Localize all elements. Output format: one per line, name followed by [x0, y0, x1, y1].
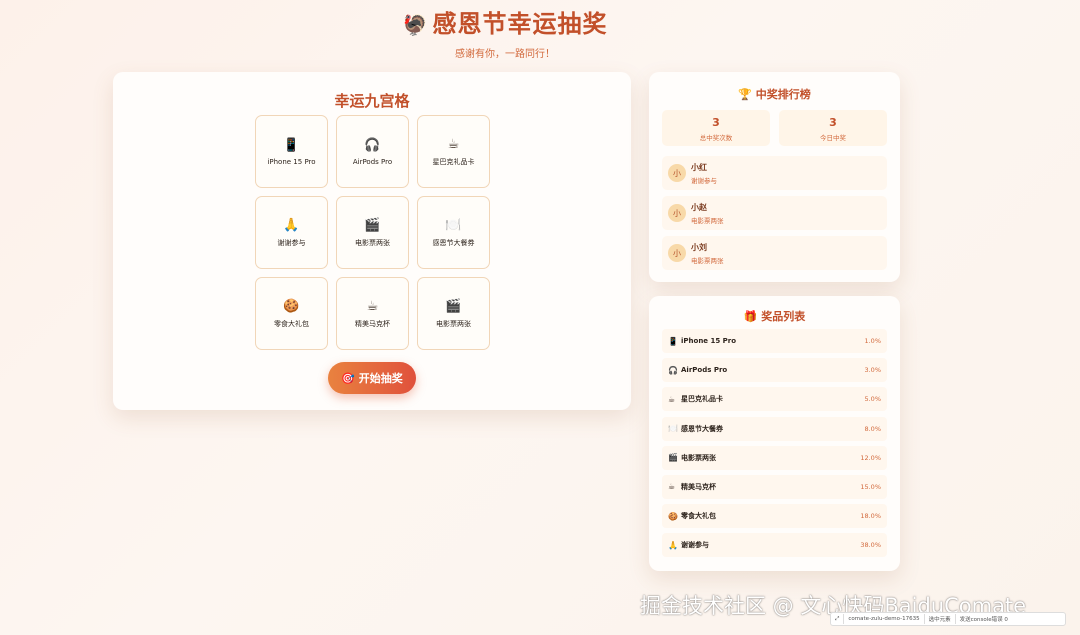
- cell-label: iPhone 15 Pro: [267, 158, 316, 166]
- prize-item: 📱 iPhone 15 Pro 1.0%: [662, 329, 887, 353]
- prize-probability: 8.0%: [864, 424, 881, 433]
- mug-icon: ☕: [366, 299, 379, 314]
- prize-name: 电影票两张: [681, 453, 716, 462]
- avatar: 小: [668, 244, 686, 262]
- console-errors-button[interactable]: 发送console错误 0: [956, 615, 1012, 623]
- winner-prize: 谢谢参与: [691, 176, 717, 185]
- winner-prize: 电影票两张: [691, 216, 724, 225]
- prize-name: AirPods Pro: [681, 366, 728, 375]
- lottery-grid: 📱 iPhone 15 Pro 🎧 AirPods Pro ☕ 星巴克礼品卡 🙏 谢谢参…: [255, 115, 490, 350]
- prize-item: ☕ 精美马克杯 15.0%: [662, 474, 887, 499]
- winner-item: 小 小刘电影票两张: [662, 236, 887, 270]
- page-subtitle: 感谢有你，一路同行！: [455, 49, 555, 60]
- prize-item: 🎧 AirPods Pro 3.0%: [662, 358, 887, 383]
- prize-probability: 18.0%: [860, 512, 881, 521]
- stat-total-wins: 3 总中奖次数: [662, 110, 770, 146]
- stat-label: 总中奖次数: [699, 134, 733, 142]
- phone-icon: 📱: [283, 138, 300, 153]
- winner-list: 小 小红 谢谢参与 小 小赵 电影票两张 小 小刘 电影票两张: [662, 156, 887, 276]
- prize-name: 零食大礼包: [681, 512, 716, 521]
- coffee-icon: ☕: [447, 137, 460, 152]
- avatar: 小: [668, 204, 686, 222]
- prize-name: iPhone 15 Pro: [681, 337, 737, 345]
- winner-item: 小 小赵电影票两张: [662, 196, 887, 230]
- start-lottery-button[interactable]: 🎯 开始抽奖: [328, 362, 416, 394]
- prize-list-card: 🎁 奖品列表 📱 iPhone 15 Pro 1.0% 🎧 AirPods Pro 3.…: [649, 296, 900, 571]
- resize-icon[interactable]: ⤢: [831, 616, 843, 623]
- clapper-icon: 🎬: [445, 299, 462, 314]
- prize-probability: 15.0%: [860, 482, 881, 491]
- prize-probability: 1.0%: [864, 337, 881, 345]
- lottery-cell[interactable]: 📱 iPhone 15 Pro: [255, 115, 328, 188]
- lottery-cell[interactable]: 🎬 电影票两张: [417, 277, 490, 350]
- prize-list: 📱 iPhone 15 Pro 1.0% 🎧 AirPods Pro 3.0% ☕ 星巴克…: [662, 329, 887, 563]
- pray-icon: 🙏: [283, 218, 300, 233]
- dev-toolbar: ⤢ comate-zulu-demo-17635 选中元素 发送console错…: [830, 612, 1066, 626]
- lottery-card: 幸运九宫格 📱 iPhone 15 Pro 🎧 AirPods Pro ☕ 星巴克礼品…: [113, 72, 631, 410]
- prize-name: 精美马克杯: [681, 482, 716, 491]
- ranking-stats: 3 总中奖次数 3 今日中奖: [662, 110, 887, 146]
- prize-name: 谢谢参与: [681, 541, 709, 550]
- phone-icon: 📱: [668, 336, 678, 346]
- winner-name: 小红: [691, 162, 707, 172]
- lottery-title: 幸运九宫格: [334, 92, 410, 110]
- page-title-text: 感恩节幸运抽奖: [432, 10, 608, 38]
- prize-probability: 12.0%: [860, 453, 881, 462]
- headphones-icon: 🎧: [364, 138, 381, 153]
- prize-item: ☕ 星巴克礼品卡 5.0%: [662, 387, 887, 412]
- cookie-icon: 🍪: [668, 511, 678, 521]
- winner-name: 小赵: [691, 202, 707, 212]
- cell-label: 零食大礼包: [274, 320, 309, 328]
- mug-icon: ☕: [668, 482, 676, 492]
- lottery-cell[interactable]: 🎧 AirPods Pro: [336, 115, 409, 188]
- prize-probability: 5.0%: [864, 395, 881, 404]
- prize-item: 🍪 零食大礼包 18.0%: [662, 504, 887, 529]
- lottery-cell[interactable]: 🍪 零食大礼包: [255, 277, 328, 350]
- ranking-title: 🏆 中奖排行榜: [738, 88, 811, 101]
- clapper-icon: 🎬: [668, 453, 678, 463]
- prize-name: 星巴克礼品卡: [681, 395, 723, 404]
- lottery-cell[interactable]: ☕ 精美马克杯: [336, 277, 409, 350]
- cell-label: 谢谢参与: [277, 239, 306, 247]
- winner-name: 小刘: [691, 242, 707, 252]
- winner-item: 小 小红谢谢参与: [662, 156, 887, 190]
- prize-item: 🍽️ 感恩节大餐券 8.0%: [662, 416, 887, 441]
- prize-item: 🙏 谢谢参与 38.0%: [662, 533, 887, 558]
- lottery-cell[interactable]: 🍽️ 感恩节大餐券: [417, 196, 490, 269]
- stat-value: 3: [829, 116, 837, 129]
- cell-label: 精美马克杯: [355, 320, 390, 328]
- clapper-icon: 🎬: [364, 218, 381, 233]
- select-element-button[interactable]: 选中元素: [925, 615, 955, 623]
- cookie-icon: 🍪: [283, 299, 300, 314]
- prize-name: 感恩节大餐券: [681, 424, 723, 433]
- stat-label: 今日中奖: [820, 134, 846, 142]
- prize-item: 🎬 电影票两张 12.0%: [662, 445, 887, 470]
- headphones-icon: 🎧: [668, 365, 678, 375]
- stat-today-wins: 3 今日中奖: [779, 110, 887, 146]
- avatar: 小: [668, 164, 686, 182]
- prize-list-title: 🎁 奖品列表: [743, 310, 806, 323]
- lottery-cell[interactable]: 🙏 谢谢参与: [255, 196, 328, 269]
- lottery-cell[interactable]: ☕ 星巴克礼品卡: [417, 115, 490, 188]
- winner-prize: 电影票两张: [691, 256, 724, 265]
- page-header: 🦃 感恩节幸运抽奖 感谢有你，一路同行！: [0, 4, 1010, 60]
- lottery-cell[interactable]: 🎬 电影票两张: [336, 196, 409, 269]
- page-title: 🦃 感恩节幸运抽奖: [0, 4, 1010, 39]
- prize-probability: 38.0%: [860, 541, 881, 550]
- plate-icon: 🍽️: [445, 218, 462, 233]
- dev-tab[interactable]: comate-zulu-demo-17635: [844, 616, 923, 622]
- cell-label: 星巴克礼品卡: [432, 158, 475, 166]
- turkey-icon: 🦃: [402, 13, 429, 37]
- cell-label: 电影票两张: [436, 320, 471, 328]
- cell-label: 电影票两张: [355, 239, 390, 247]
- coffee-icon: ☕: [668, 394, 676, 404]
- ranking-card: 🏆 中奖排行榜 3 总中奖次数 3 今日中奖 小 小红谢谢参与 小 小赵电影票两…: [649, 72, 900, 282]
- cell-label: 感恩节大餐券: [432, 239, 475, 247]
- stat-value: 3: [712, 116, 720, 129]
- cell-label: AirPods Pro: [352, 158, 393, 166]
- plate-icon: 🍽️: [668, 424, 678, 434]
- pray-icon: 🙏: [668, 540, 678, 550]
- prize-probability: 3.0%: [864, 366, 881, 375]
